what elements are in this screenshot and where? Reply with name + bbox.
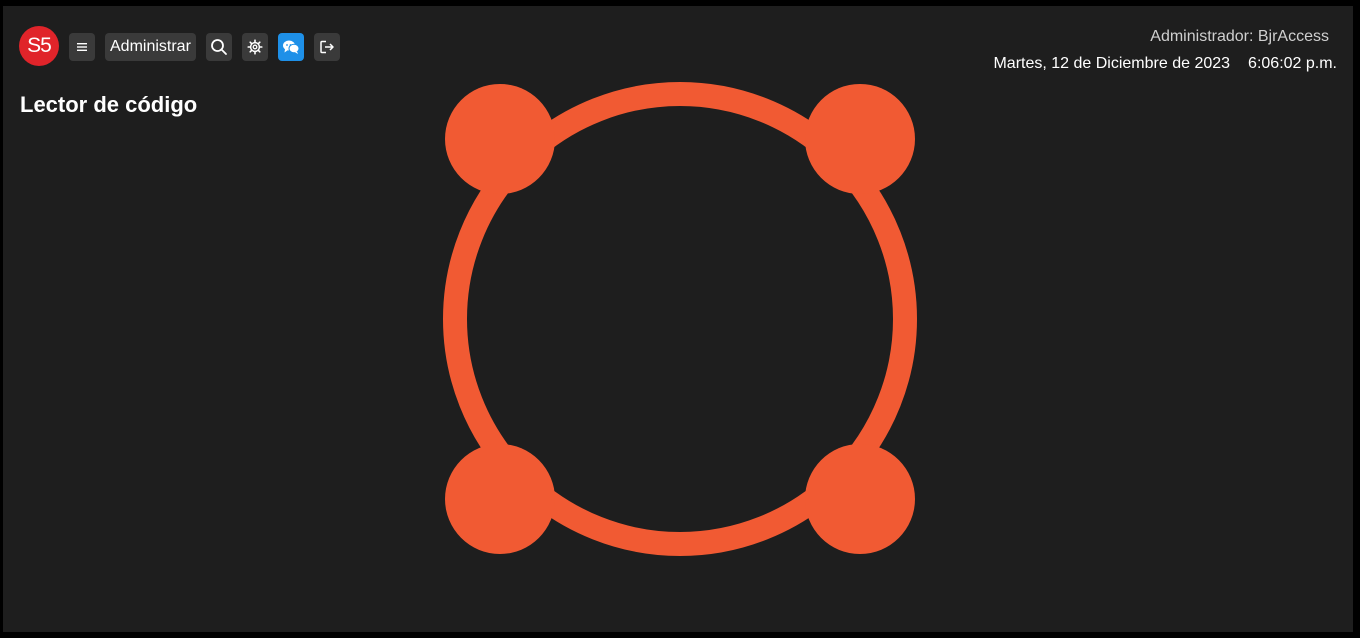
menu-button[interactable]	[69, 33, 95, 61]
current-date: Martes, 12 de Diciembre de 2023	[993, 55, 1231, 72]
settings-button[interactable]	[242, 33, 268, 61]
app-window: S5 Administrar Lector de código Administ…	[3, 6, 1353, 632]
current-time: 6:06:02 p.m.	[1248, 55, 1337, 72]
datetime-display: Martes, 12 de Diciembre de 2023 6:06:02 p…	[993, 55, 1337, 73]
gear-icon	[247, 39, 263, 55]
administrar-button[interactable]: Administrar	[105, 33, 196, 61]
search-icon	[210, 38, 228, 56]
chat-button[interactable]	[278, 33, 304, 61]
logout-button[interactable]	[314, 33, 340, 61]
chat-bubbles-icon	[282, 39, 300, 55]
administrar-label: Administrar	[110, 38, 191, 55]
app-logo-text: S5	[27, 34, 52, 57]
search-button[interactable]	[206, 33, 232, 61]
app-logo[interactable]: S5	[19, 26, 59, 66]
loading-spinner-icon	[443, 82, 917, 556]
logout-icon	[319, 39, 335, 55]
user-label: Administrador: BjrAccess	[1150, 28, 1329, 45]
page-title: Lector de código	[20, 92, 198, 117]
hamburger-menu-icon	[76, 41, 88, 53]
